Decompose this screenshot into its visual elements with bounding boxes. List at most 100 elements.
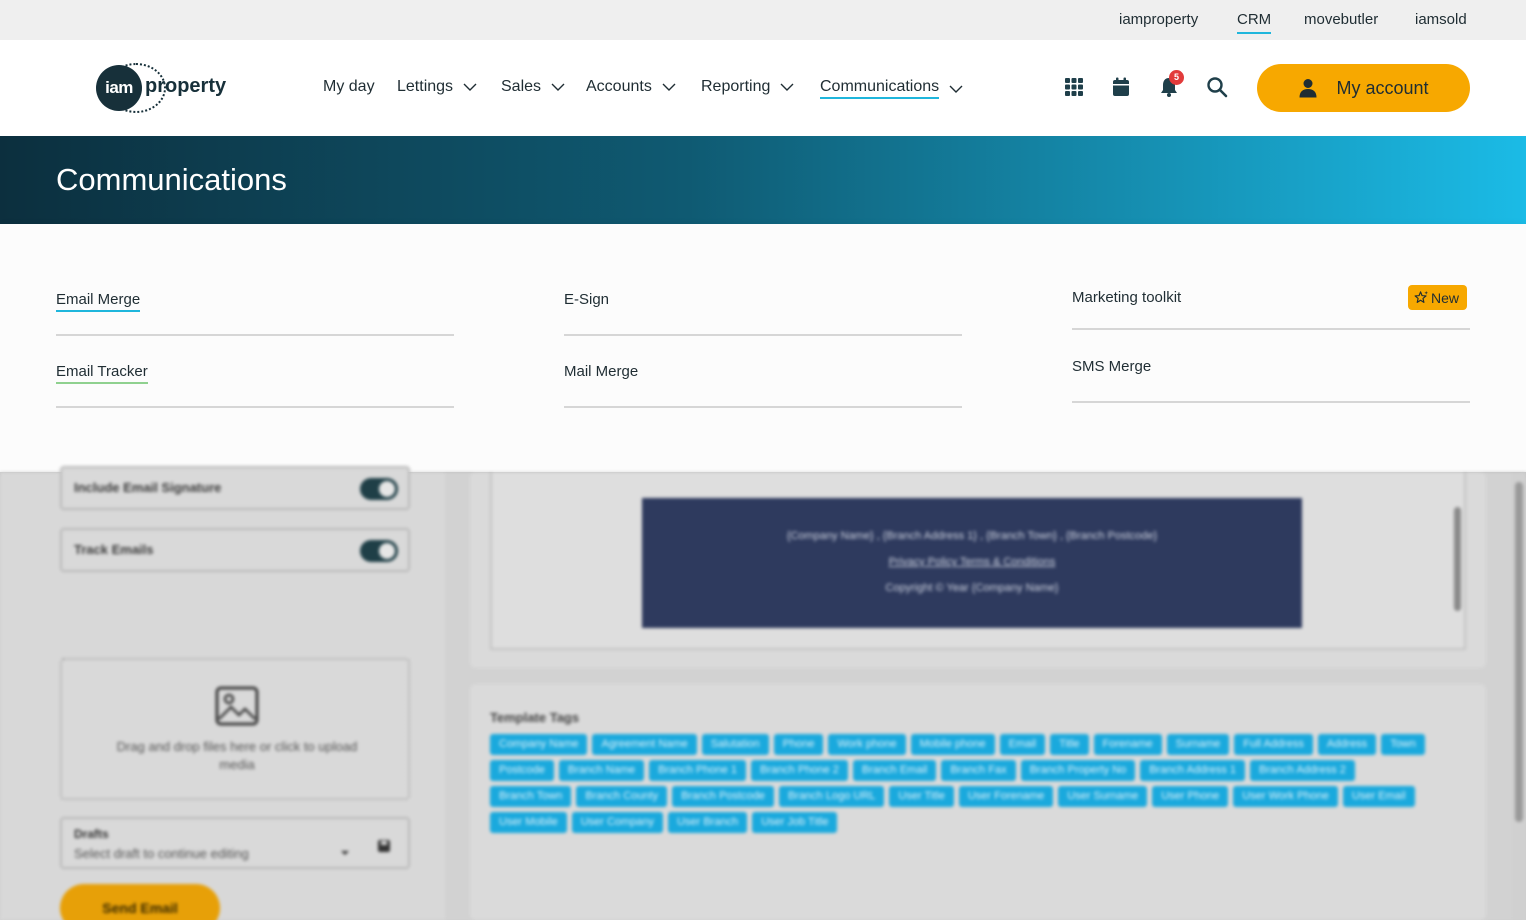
nav-label: Lettings — [397, 78, 454, 95]
logo[interactable]: iam property — [96, 63, 236, 113]
email-footer-block: {Company Name} , {Branch Address 1} , {B… — [642, 498, 1302, 628]
caret-down-icon — [341, 851, 349, 855]
drafts-select[interactable]: Drafts Select draft to continue editing — [60, 817, 410, 869]
menu-divider — [1072, 328, 1470, 330]
template-tag[interactable]: Branch Address 1 — [1140, 760, 1246, 781]
media-drop-zone[interactable]: Drag and drop files here or click to upl… — [60, 658, 410, 800]
nav-item-communications[interactable]: Communications — [820, 78, 963, 99]
nav-item-accounts[interactable]: Accounts — [586, 78, 676, 96]
nav-label: Reporting — [701, 78, 771, 95]
notification-badge: 5 — [1169, 70, 1184, 85]
template-tag[interactable]: Full Address — [1234, 734, 1313, 755]
template-tag[interactable]: User Mobile — [490, 812, 567, 833]
template-tag[interactable]: Phone — [773, 734, 824, 755]
template-tags-list: Company Name Agreement Name Salutation Phon… — [490, 734, 1440, 833]
template-tag[interactable]: Salutation — [701, 734, 769, 755]
track-emails-toggle-row: Track Emails — [60, 528, 410, 572]
my-account-label: My account — [1336, 77, 1429, 98]
my-account-button[interactable]: My account — [1257, 64, 1470, 112]
template-tag[interactable]: Work phone — [828, 734, 906, 755]
chevron-down-icon — [463, 83, 477, 91]
template-tag[interactable]: Postcode — [490, 760, 554, 781]
chevron-down-icon — [780, 83, 794, 91]
drop-zone-text: Drag and drop files here or click to upl… — [116, 739, 358, 772]
calendar-icon[interactable] — [1110, 76, 1132, 98]
template-tag[interactable]: Title — [1050, 734, 1089, 755]
template-tag[interactable]: Agreement Name — [592, 734, 697, 755]
track-emails-toggle[interactable] — [360, 540, 398, 562]
template-tag[interactable]: Branch Phone 2 — [751, 760, 848, 781]
include-signature-toggle[interactable] — [360, 478, 398, 500]
menu-link-mail-merge[interactable]: Mail Merge — [564, 363, 638, 380]
template-tag[interactable]: Branch Address 2 — [1250, 760, 1355, 781]
template-tag[interactable]: User Email — [1342, 786, 1415, 807]
nav-item-reporting[interactable]: Reporting — [701, 78, 794, 96]
menu-divider — [56, 334, 454, 336]
template-tags-title: Template Tags — [490, 710, 580, 725]
topbar-link-iamsold[interactable]: iamsold — [1415, 11, 1467, 28]
menu-link-email-tracker[interactable]: Email Tracker — [56, 363, 148, 384]
chevron-down-icon — [551, 83, 565, 91]
template-tag[interactable]: User Forename — [958, 786, 1054, 807]
footer-links[interactable]: Privacy Policy Terms & Conditions — [642, 556, 1302, 568]
template-tag[interactable]: Email — [999, 734, 1046, 755]
template-tag[interactable]: User Work Phone — [1233, 786, 1338, 807]
template-tag[interactable]: User Surname — [1058, 786, 1148, 807]
nav-label: Communications — [820, 78, 940, 99]
template-tag[interactable]: Branch Town — [490, 786, 572, 807]
template-tag[interactable]: User Title — [889, 786, 954, 807]
template-tag[interactable]: Company Name — [490, 734, 588, 755]
toggle-label: Track Emails — [74, 542, 154, 557]
menu-divider — [564, 334, 962, 336]
template-tag[interactable]: Branch County — [576, 786, 668, 807]
menu-divider — [1072, 401, 1470, 403]
top-utility-bar: iamproperty CRM movebutler iamsold — [0, 0, 1526, 40]
drafts-label: Drafts — [74, 827, 109, 841]
topbar-link-movebutler[interactable]: movebutler — [1304, 11, 1378, 28]
nav-item-my-day[interactable]: My day — [323, 78, 375, 96]
template-tag[interactable]: Town — [1381, 734, 1425, 755]
template-tag[interactable]: User Phone — [1152, 786, 1229, 807]
image-icon — [215, 686, 259, 726]
include-signature-toggle-row: Include Email Signature — [60, 466, 410, 510]
page-scrollbar[interactable] — [1512, 472, 1526, 920]
footer-copyright: Copyright © Year {Company Name} — [885, 582, 1059, 594]
template-tag[interactable]: Forename — [1093, 734, 1162, 755]
template-tag[interactable]: Address — [1317, 734, 1377, 755]
template-tag[interactable]: User Company — [571, 812, 664, 833]
template-tag[interactable]: Branch Phone 1 — [649, 760, 747, 781]
template-tag[interactable]: Branch Fax — [941, 760, 1016, 781]
apps-grid-icon[interactable] — [1063, 76, 1085, 98]
template-tag[interactable]: User Job Title — [752, 812, 838, 833]
logo-circle: iam — [96, 65, 142, 111]
nav-item-sales[interactable]: Sales — [501, 78, 565, 96]
toggle-label: Include Email Signature — [74, 480, 222, 495]
save-icon[interactable] — [377, 839, 391, 853]
search-icon[interactable] — [1206, 76, 1228, 98]
nav-label: Sales — [501, 78, 542, 95]
new-badge: New — [1408, 285, 1468, 310]
template-tag[interactable]: Branch Property No — [1020, 760, 1136, 781]
template-tags-card: Template Tags Company Name Agreement Name… — [470, 684, 1486, 920]
menu-link-e-sign[interactable]: E-Sign — [564, 291, 609, 308]
template-tag[interactable]: Branch Email — [852, 760, 937, 781]
page-banner: Communications — [0, 136, 1526, 224]
communications-mega-menu: Email Merge Email Tracker E-Sign Mail Me… — [0, 224, 1526, 472]
send-email-button[interactable]: Send Email — [60, 884, 220, 920]
chevron-down-icon — [662, 83, 676, 91]
background-email-editor: Include Email Signature Track Emails Dra… — [0, 466, 1526, 920]
email-preview-frame: {Company Name} , {Branch Address 1} , {B… — [490, 472, 1466, 650]
topbar-link-crm[interactable]: CRM — [1237, 11, 1272, 34]
template-tag[interactable]: Branch Name — [558, 760, 645, 781]
template-tag[interactable]: Mobile phone — [910, 734, 995, 755]
template-tag[interactable]: Branch Logo URL — [778, 786, 885, 807]
topbar-link-iamproperty[interactable]: iamproperty — [1119, 11, 1198, 28]
menu-link-email-merge[interactable]: Email Merge — [56, 291, 141, 312]
preview-scrollbar[interactable] — [1454, 507, 1461, 611]
nav-item-lettings[interactable]: Lettings — [397, 78, 477, 96]
template-tag[interactable]: Surname — [1166, 734, 1230, 755]
menu-link-marketing-toolkit[interactable]: Marketing toolkit — [1072, 289, 1181, 306]
template-tag[interactable]: Branch Postcode — [672, 786, 774, 807]
menu-link-sms-merge[interactable]: SMS Merge — [1072, 358, 1151, 375]
template-tag[interactable]: User Branch — [668, 812, 748, 833]
